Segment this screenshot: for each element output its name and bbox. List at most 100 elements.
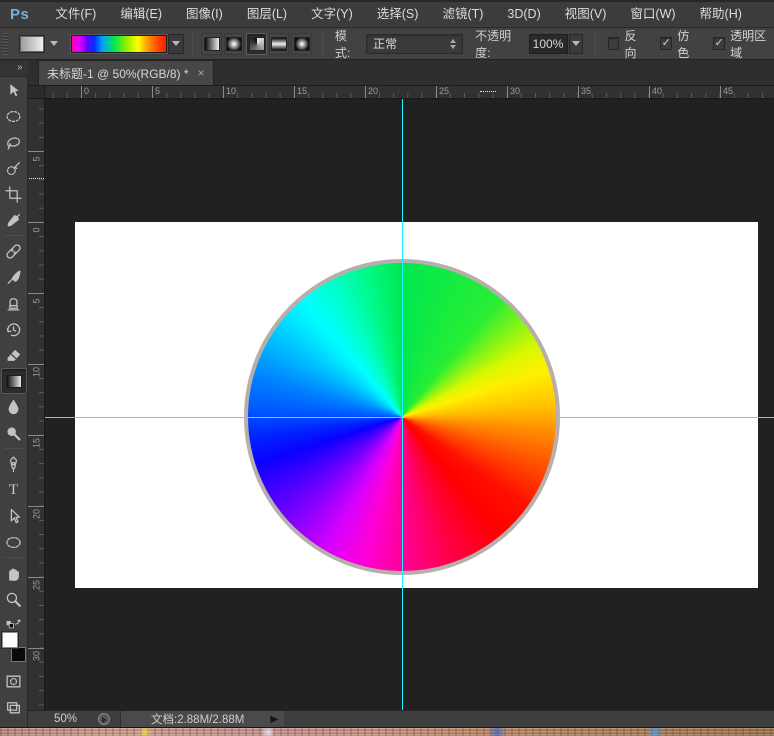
vertical-guide[interactable] bbox=[402, 99, 403, 710]
swap-colors-button[interactable] bbox=[1, 612, 27, 630]
healing-brush-tool[interactable] bbox=[1, 238, 27, 264]
menu-item-layer[interactable]: 图层(L) bbox=[235, 2, 299, 27]
move-icon bbox=[5, 82, 22, 99]
menu-item-edit[interactable]: 编辑(E) bbox=[108, 2, 174, 27]
opacity-input[interactable]: 100% bbox=[529, 34, 568, 54]
menu-item-file[interactable]: 文件(F) bbox=[43, 2, 108, 27]
chevron-down-icon bbox=[572, 41, 580, 46]
divider bbox=[322, 32, 323, 56]
linear-gradient-button[interactable] bbox=[201, 33, 221, 55]
ruler-cursor-marker bbox=[29, 178, 44, 179]
adobe-drive-icon[interactable] bbox=[98, 713, 110, 725]
color-swatches[interactable] bbox=[1, 632, 27, 662]
ruler-label: 30 bbox=[510, 86, 520, 96]
reverse-checkbox[interactable]: 反向 bbox=[608, 27, 647, 61]
menu-item-help[interactable]: 帮助(H) bbox=[688, 2, 754, 27]
history-brush-tool[interactable] bbox=[1, 316, 27, 342]
history-brush-icon bbox=[5, 321, 22, 338]
close-tab-icon[interactable]: × bbox=[198, 66, 205, 80]
radial-gradient-button[interactable] bbox=[224, 33, 244, 55]
brush-icon bbox=[5, 269, 22, 286]
document-size-text: 文档:2.88M/2.88M bbox=[151, 711, 244, 727]
ellipse-shape-icon bbox=[5, 534, 22, 551]
options-bar: 模式: 正常 不透明度: 100% 反向 ✓ 仿色 ✓ 透明区域 bbox=[0, 28, 774, 60]
gradient-preview[interactable] bbox=[71, 35, 167, 53]
ellipse-marquee-icon bbox=[5, 108, 22, 125]
reflected-gradient-icon bbox=[271, 37, 287, 51]
menu-item-type[interactable]: 文字(Y) bbox=[299, 2, 365, 27]
quick-mask-button[interactable] bbox=[1, 668, 27, 694]
checkbox-check-icon: ✓ bbox=[660, 37, 672, 50]
quick-selection-tool[interactable] bbox=[1, 155, 27, 181]
dither-checkbox[interactable]: ✓ 仿色 bbox=[660, 27, 699, 61]
menu-bar: Ps 文件(F) 编辑(E) 图像(I) 图层(L) 文字(Y) 选择(S) 滤… bbox=[0, 0, 774, 28]
zoom-level-field[interactable]: 50% bbox=[54, 713, 98, 725]
marquee-tool[interactable] bbox=[1, 103, 27, 129]
path-selection-tool[interactable] bbox=[1, 503, 27, 529]
crop-tool[interactable] bbox=[1, 181, 27, 207]
blend-mode-select[interactable]: 正常 bbox=[366, 34, 463, 54]
eraser-icon bbox=[5, 347, 22, 364]
menu-item-3d[interactable]: 3D(D) bbox=[495, 2, 552, 27]
ruler-origin-box[interactable] bbox=[28, 86, 45, 99]
brush-tool[interactable] bbox=[1, 264, 27, 290]
gradient-picker-button[interactable] bbox=[168, 34, 184, 54]
canvas-viewport[interactable] bbox=[45, 99, 774, 710]
screen-mode-button[interactable] bbox=[1, 694, 27, 720]
tool-preset-button[interactable] bbox=[16, 32, 61, 56]
vertical-ruler[interactable]: 5 0 5 10 15 20 25 30 bbox=[28, 99, 45, 710]
eraser-tool[interactable] bbox=[1, 342, 27, 368]
dodge-tool[interactable] bbox=[1, 420, 27, 446]
swap-colors-icon bbox=[5, 614, 22, 629]
spinner-arrows-icon bbox=[450, 39, 456, 49]
divider bbox=[595, 32, 596, 56]
document-tab-bar: 未标题-1 @ 50%(RGB/8) * × bbox=[28, 60, 774, 86]
menu-item-image[interactable]: 图像(I) bbox=[174, 2, 235, 27]
gradient-tool[interactable] bbox=[1, 368, 27, 394]
ruler-label: 0 bbox=[84, 86, 89, 96]
eyedropper-icon bbox=[5, 212, 22, 229]
checkbox-box bbox=[608, 37, 620, 50]
document-canvas[interactable] bbox=[75, 222, 758, 588]
opacity-value: 100% bbox=[533, 37, 564, 51]
ruler-label: 15 bbox=[297, 86, 307, 96]
horizontal-ruler[interactable]: 0 5 10 15 20 25 30 35 40 45 bbox=[28, 86, 774, 99]
angle-gradient-button[interactable] bbox=[246, 33, 266, 55]
status-popup-arrow-icon[interactable]: ▶ bbox=[270, 714, 278, 725]
clone-stamp-tool[interactable] bbox=[1, 290, 27, 316]
ruler-label: 5 bbox=[155, 86, 160, 96]
background-color-swatch[interactable] bbox=[11, 647, 26, 662]
ruler-label: 25 bbox=[439, 86, 449, 96]
reflected-gradient-button[interactable] bbox=[269, 33, 289, 55]
transparency-checkbox[interactable]: ✓ 透明区域 bbox=[713, 27, 774, 61]
menu-item-filter[interactable]: 滤镜(T) bbox=[430, 2, 495, 27]
zoom-tool[interactable] bbox=[1, 586, 27, 612]
menu-item-window[interactable]: 窗口(W) bbox=[618, 2, 687, 27]
opacity-slider-button[interactable] bbox=[569, 34, 583, 54]
dodge-icon bbox=[5, 425, 22, 442]
menu-item-select[interactable]: 选择(S) bbox=[365, 2, 431, 27]
shape-tool[interactable] bbox=[1, 529, 27, 555]
ruler-label: 15 bbox=[32, 435, 42, 452]
horizontal-guide[interactable] bbox=[45, 417, 774, 418]
magnifier-icon bbox=[5, 591, 22, 608]
diamond-gradient-button[interactable] bbox=[291, 33, 311, 55]
document-tab[interactable]: 未标题-1 @ 50%(RGB/8) * × bbox=[38, 60, 214, 85]
menu-item-view[interactable]: 视图(V) bbox=[553, 2, 619, 27]
options-grip-handle[interactable] bbox=[2, 33, 8, 55]
document-info[interactable]: 文档:2.88M/2.88M ▶ bbox=[120, 711, 284, 728]
eyedropper-tool[interactable] bbox=[1, 207, 27, 233]
lasso-tool[interactable] bbox=[1, 129, 27, 155]
foreground-color-swatch[interactable] bbox=[2, 632, 18, 648]
ruler-label: 10 bbox=[32, 364, 42, 381]
ruler-label: 20 bbox=[368, 86, 378, 96]
collapse-panel-button[interactable]: » bbox=[0, 60, 28, 77]
move-tool[interactable] bbox=[1, 77, 27, 103]
photoshop-window: Ps 文件(F) 编辑(E) 图像(I) 图层(L) 文字(Y) 选择(S) 滤… bbox=[0, 0, 774, 736]
type-tool[interactable]: T bbox=[1, 477, 27, 503]
pen-tool[interactable] bbox=[1, 451, 27, 477]
transparency-checkbox-label: 透明区域 bbox=[730, 27, 774, 61]
hand-tool[interactable] bbox=[1, 560, 27, 586]
crop-icon bbox=[5, 186, 22, 203]
blur-tool[interactable] bbox=[1, 394, 27, 420]
